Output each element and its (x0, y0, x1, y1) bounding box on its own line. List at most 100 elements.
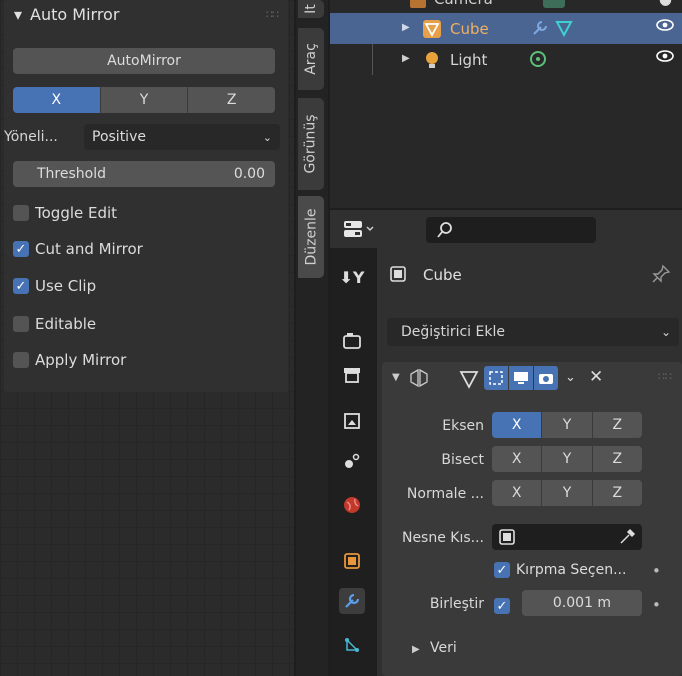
toggle-edit-checkbox[interactable]: Toggle Edit (13, 204, 117, 222)
particles-icon[interactable] (339, 632, 365, 658)
outliner-row-cube[interactable]: ▶ Cube (330, 13, 682, 44)
pin-icon[interactable] (651, 264, 671, 284)
cut-and-mirror-checkbox[interactable]: Cut and Mirror (13, 240, 143, 258)
editor-type-icon[interactable] (342, 218, 378, 240)
flip-x-toggle[interactable]: X (492, 480, 543, 506)
light-data-icon (528, 49, 548, 69)
outliner-row-camera[interactable]: Camera ● (330, 0, 682, 13)
orientation-label: Yöneli... (4, 129, 58, 145)
axis-y-toggle[interactable]: Y (542, 412, 593, 438)
tab-label: Araç (303, 43, 320, 75)
axis-z-button[interactable]: Z (188, 87, 275, 113)
tab-arac[interactable]: Araç (298, 28, 324, 90)
collapse-arrow-icon[interactable]: ▾ (14, 5, 22, 24)
axis-y-button[interactable]: Y (100, 87, 189, 113)
merge-distance-field[interactable]: 0.001 m (522, 590, 642, 616)
checkbox-box[interactable] (13, 352, 29, 368)
chevron-down-icon: ⌄ (262, 130, 272, 144)
panel-header[interactable]: ▾ Auto Mirror (14, 0, 119, 28)
tree-line (372, 44, 373, 75)
bisect-z-toggle[interactable]: Z (592, 446, 642, 472)
keyframe-dot-icon[interactable]: • (652, 562, 661, 580)
scene-icon[interactable] (339, 448, 365, 474)
clipping-label: Kırpma Seçen... (516, 562, 627, 578)
mirror-object-field[interactable] (492, 524, 642, 550)
axis-selector: X Y Z (13, 87, 275, 113)
wrench-icon (530, 18, 550, 38)
automirror-button[interactable]: AutoMirror (13, 48, 275, 74)
viewport-display-icon[interactable] (509, 366, 533, 390)
bisect-label: Bisect (441, 452, 484, 468)
outliner: Camera ● ▶ Cube ▶ Light (330, 0, 682, 208)
orientation-dropdown[interactable]: Positive ⌄ (84, 124, 280, 150)
data-subpanel-label[interactable]: Veri (430, 640, 457, 656)
keyframe-dot-icon[interactable]: • (652, 596, 661, 614)
flip-y-toggle[interactable]: Y (542, 480, 593, 506)
expand-arrow-icon[interactable]: ▶ (412, 644, 420, 655)
eye-icon[interactable] (656, 49, 674, 63)
threshold-label: Threshold (37, 166, 106, 182)
light-bulb-icon (423, 50, 441, 70)
modifier-wrench-icon[interactable] (339, 588, 365, 614)
object-icon[interactable] (339, 548, 365, 574)
eye-icon[interactable] (656, 18, 674, 32)
collapse-arrow-icon[interactable]: ▼ (392, 372, 400, 383)
merge-label: Birleştir (429, 596, 484, 612)
close-icon[interactable]: ✕ (589, 367, 603, 387)
use-clip-checkbox[interactable]: Use Clip (13, 277, 96, 295)
checkbox-box[interactable] (13, 241, 29, 257)
tab-gorunus[interactable]: Görünüş (298, 98, 324, 190)
world-icon[interactable] (339, 492, 365, 518)
sidebar-panel: ▾ Auto Mirror ∷∷ AutoMirror X Y Z Yöneli… (0, 0, 294, 676)
render-camera-icon[interactable] (534, 366, 558, 390)
checkbox-box[interactable] (494, 562, 510, 578)
expand-arrow-icon[interactable]: ▶ (402, 53, 410, 64)
auto-mirror-panel: ▾ Auto Mirror ∷∷ AutoMirror X Y Z Yöneli… (4, 0, 288, 392)
mirror-axis-toggle: X Y Z (492, 412, 642, 438)
tab-label: Düzenle (303, 208, 319, 266)
cube-object-icon (422, 19, 442, 39)
threshold-field[interactable]: Threshold 0.00 (13, 161, 275, 187)
output-icon[interactable] (339, 362, 365, 388)
drag-grip-icon[interactable]: ∷∷ (266, 8, 279, 21)
checkbox-box[interactable] (13, 205, 29, 221)
outliner-row-light[interactable]: ▶ Light (330, 44, 682, 75)
axis-z-toggle[interactable]: Z (592, 412, 642, 438)
search-input[interactable] (426, 217, 596, 243)
view-layer-icon[interactable] (339, 408, 365, 434)
merge-checkbox[interactable] (494, 598, 510, 614)
tool-settings-icon[interactable]: ⬇Y (339, 264, 365, 290)
tab-label: It (303, 4, 319, 14)
editable-checkbox[interactable]: Editable (13, 315, 96, 333)
clipping-checkbox[interactable]: Kırpma Seçen... (494, 562, 626, 578)
apply-mirror-checkbox[interactable]: Apply Mirror (13, 351, 126, 369)
render-icon[interactable] (339, 328, 365, 354)
panel-title: Auto Mirror (30, 4, 120, 24)
editmode-mesh-icon[interactable] (458, 368, 480, 390)
tab-item[interactable]: It (298, 0, 324, 18)
merge-value: 0.001 m (552, 595, 612, 611)
chevron-down-icon[interactable]: ⌄ (565, 370, 576, 385)
outliner-item-label: Cube (450, 20, 489, 38)
expand-arrow-icon[interactable]: ▶ (402, 22, 410, 33)
object-type-icon (389, 265, 407, 283)
bisect-x-toggle[interactable]: X (492, 446, 543, 472)
checkbox-label: Cut and Mirror (35, 240, 143, 258)
add-modifier-dropdown[interactable]: Değiştirici Ekle ⌄ (387, 318, 679, 346)
checkbox-box[interactable] (13, 316, 29, 332)
cage-icon[interactable] (484, 366, 508, 390)
add-modifier-label: Değiştirici Ekle (401, 324, 505, 340)
orientation-value: Positive (92, 129, 146, 145)
drag-grip-icon[interactable]: ∷∷ (658, 370, 672, 383)
bisect-y-toggle[interactable]: Y (542, 446, 593, 472)
properties-tabs: ⬇Y (330, 248, 375, 676)
checkbox-box[interactable] (13, 278, 29, 294)
tab-duzenle[interactable]: Düzenle (298, 196, 324, 278)
axis-x-toggle[interactable]: X (492, 412, 543, 438)
axis-x-button[interactable]: X (13, 87, 101, 113)
sidebar-tab-strip: It Araç Görünüş Düzenle (296, 0, 328, 676)
flip-z-toggle[interactable]: Z (592, 480, 642, 506)
eyedropper-icon[interactable] (618, 528, 636, 546)
mirror-modifier-panel: ▼ ⌄ ✕ ∷∷ Eksen X Y Z Bisect X Y Z Normal… (382, 362, 682, 676)
eye-icon[interactable]: ● (659, 0, 672, 8)
